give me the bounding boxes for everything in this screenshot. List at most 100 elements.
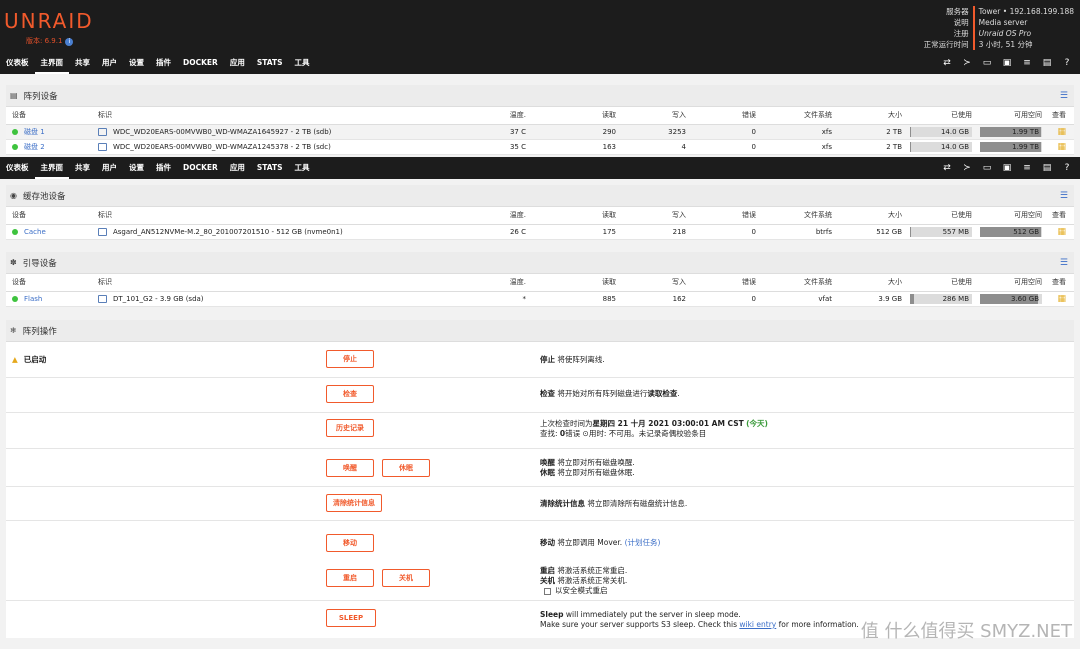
- unraid-logo[interactable]: UNRAID: [4, 9, 94, 33]
- stop-description: 停止 将使阵列离线.: [540, 355, 605, 364]
- free-bar: 1.99 TB: [980, 141, 1042, 152]
- nav-shares[interactable]: 共享: [69, 157, 96, 179]
- nav-dashboard[interactable]: 仪表板: [0, 52, 35, 74]
- array-operations-title: ❄ 阵列操作: [6, 320, 1074, 342]
- main-nav: 仪表板 主界面 共享 用户 设置 插件 DOCKER 应用 STATS 工具 ⇄…: [0, 52, 1080, 74]
- terminal-icon[interactable]: ≻: [962, 58, 972, 68]
- nav-tools[interactable]: 工具: [289, 157, 316, 179]
- nav-settings[interactable]: 设置: [123, 52, 150, 74]
- usb-icon: [98, 294, 107, 303]
- hdd-icon: [98, 127, 107, 136]
- switch-language-icon[interactable]: ⇄: [942, 163, 952, 173]
- array-devices-panel: ▤ 阵列设备 ☰ 设备 标识 温度. 读取 写入 错误 文件系统 大小 已使用 …: [6, 85, 1074, 155]
- list-view-icon[interactable]: ☰: [1060, 91, 1068, 101]
- used-bar: 557 MB: [910, 226, 972, 237]
- nav-main[interactable]: 主界面: [34, 157, 69, 179]
- array-operations-panel: ❄ 阵列操作 ▲ 已启动 停止 停止 将使阵列离线. 检查 检查 将开始对所有阵列…: [6, 320, 1074, 638]
- nav-dashboard[interactable]: 仪表板: [0, 157, 35, 179]
- cache-devices-title: ◉ 缓存池设备 ☰: [6, 185, 1074, 207]
- server-description: Media server: [978, 18, 1028, 27]
- log-icon[interactable]: ≡: [1022, 58, 1032, 68]
- move-button[interactable]: 移动: [326, 534, 374, 552]
- table-row: 磁盘 1 WDC_WD20EARS-00MVWB0_WD-WMAZA164592…: [6, 124, 1074, 140]
- list-view-icon[interactable]: ☰: [1060, 258, 1068, 268]
- spin-up-button[interactable]: 唤醒: [326, 459, 374, 477]
- browse-icon[interactable]: ▦: [1057, 227, 1066, 237]
- sleep-description: Sleep will immediately put the server in…: [540, 610, 859, 629]
- nav-docker[interactable]: DOCKER: [177, 52, 224, 74]
- flash-link[interactable]: Flash: [24, 295, 42, 303]
- free-bar: 3.60 GB: [980, 293, 1042, 304]
- used-bar: 14.0 GB: [910, 126, 972, 137]
- safe-mode-checkbox[interactable]: [544, 587, 551, 595]
- schedule-link[interactable]: (计划任务): [625, 538, 661, 547]
- sleep-button[interactable]: SLEEP: [326, 609, 376, 627]
- array-table: 设备 标识 温度. 读取 写入 错误 文件系统 大小 已使用 可用空间 查看 磁…: [6, 107, 1074, 155]
- nav-users[interactable]: 用户: [96, 52, 123, 74]
- database-icon: ▤: [10, 91, 18, 100]
- feedback-icon[interactable]: ▭: [982, 163, 992, 173]
- stop-button[interactable]: 停止: [326, 350, 374, 368]
- check-button[interactable]: 检查: [326, 385, 374, 403]
- info-icon[interactable]: i: [65, 38, 74, 46]
- shutdown-icon[interactable]: ▤: [1042, 58, 1052, 68]
- snowflake-icon: ❄: [10, 326, 17, 335]
- check-description: 检查 将开始对所有阵列磁盘进行读取检查.: [540, 389, 680, 398]
- reboot-button[interactable]: 重启: [326, 569, 374, 587]
- server-uptime: 3 小时, 51 分钟: [978, 40, 1033, 49]
- move-description: 移动 将立即调用 Mover. (计划任务): [540, 538, 661, 547]
- nav-docker[interactable]: DOCKER: [177, 157, 224, 179]
- nav-stats[interactable]: STATS: [251, 157, 289, 179]
- safe-mode-label: 以安全模式重启: [555, 586, 608, 595]
- boot-table: 设备 标识 温度. 读取 写入 错误 文件系统 大小 已使用 可用空间 查看 F…: [6, 274, 1074, 307]
- server-key-1: 说明: [953, 18, 969, 27]
- browse-icon[interactable]: ▦: [1057, 294, 1066, 304]
- history-button[interactable]: 历史记录: [326, 419, 374, 437]
- last-check-info: 上次检查时间为星期四 21 十月 2021 03:00:01 AM CST (今…: [540, 419, 768, 438]
- nav-shares[interactable]: 共享: [69, 52, 96, 74]
- watermark: 值 什么值得买 SMYZ.NET: [860, 621, 1072, 642]
- nav-settings[interactable]: 设置: [123, 157, 150, 179]
- shutdown-button[interactable]: 关机: [382, 569, 430, 587]
- help-icon[interactable]: ?: [1062, 163, 1072, 173]
- feedback-icon[interactable]: ▭: [982, 58, 992, 68]
- cache-devices-panel: ◉ 缓存池设备 ☰ 设备 标识 温度. 读取 写入 错误 文件系统 大小 已使用…: [6, 185, 1074, 240]
- nav-stats[interactable]: STATS: [251, 52, 289, 74]
- disk-1-link[interactable]: 磁盘 1: [24, 128, 45, 136]
- server-key-3: 正常运行时间: [923, 40, 969, 49]
- nav-users[interactable]: 用户: [96, 157, 123, 179]
- clear-stats-description: 清除统计信息 将立即清除所有磁盘统计信息.: [540, 499, 688, 508]
- nav-tools[interactable]: 工具: [289, 52, 316, 74]
- cache-link[interactable]: Cache: [24, 228, 46, 236]
- used-bar: 14.0 GB: [910, 141, 972, 152]
- log-icon[interactable]: ≡: [1022, 163, 1032, 173]
- cache-table: 设备 标识 温度. 读取 写入 错误 文件系统 大小 已使用 可用空间 查看 C…: [6, 207, 1074, 240]
- browse-icon[interactable]: ▦: [1057, 142, 1066, 152]
- spin-row: 唤醒 休眠 唤醒 将立即对所有磁盘唤醒. 休眠 将立即对所有磁盘休眠.: [6, 449, 1074, 487]
- wiki-link[interactable]: wiki entry: [739, 620, 776, 629]
- disk-2-link[interactable]: 磁盘 2: [24, 143, 45, 151]
- terminal-icon[interactable]: ≻: [962, 163, 972, 173]
- monitor-icon[interactable]: ▣: [1002, 58, 1012, 68]
- shutdown-icon[interactable]: ▤: [1042, 163, 1052, 173]
- nav-plugins[interactable]: 插件: [150, 52, 177, 74]
- help-icon[interactable]: ?: [1062, 58, 1072, 68]
- nav-plugins[interactable]: 插件: [150, 157, 177, 179]
- paw-icon: ✽: [10, 258, 17, 267]
- nav-main[interactable]: 主界面: [34, 52, 69, 74]
- nav-apps[interactable]: 应用: [224, 52, 251, 74]
- move-power-row: 移动 移动 将立即调用 Mover. (计划任务) 重启 关机 重启 将激活系统…: [6, 521, 1074, 601]
- spin-down-button[interactable]: 休眠: [382, 459, 430, 477]
- clear-stats-row: 清除统计信息 清除统计信息 将立即清除所有磁盘统计信息.: [6, 487, 1074, 521]
- status-dot: [12, 128, 18, 135]
- clear-stats-button[interactable]: 清除统计信息: [326, 494, 382, 512]
- browse-icon[interactable]: ▦: [1057, 127, 1066, 137]
- monitor-icon[interactable]: ▣: [1002, 163, 1012, 173]
- spin-description: 唤醒 将立即对所有磁盘唤醒. 休眠 将立即对所有磁盘休眠.: [540, 458, 635, 477]
- list-view-icon[interactable]: ☰: [1060, 191, 1068, 201]
- server-registration[interactable]: Unraid OS Pro: [979, 28, 1074, 39]
- boot-devices-title: ✽ 引导设备 ☰: [6, 252, 1074, 274]
- switch-language-icon[interactable]: ⇄: [942, 58, 952, 68]
- cache-icon: ◉: [10, 191, 17, 200]
- nav-apps[interactable]: 应用: [224, 157, 251, 179]
